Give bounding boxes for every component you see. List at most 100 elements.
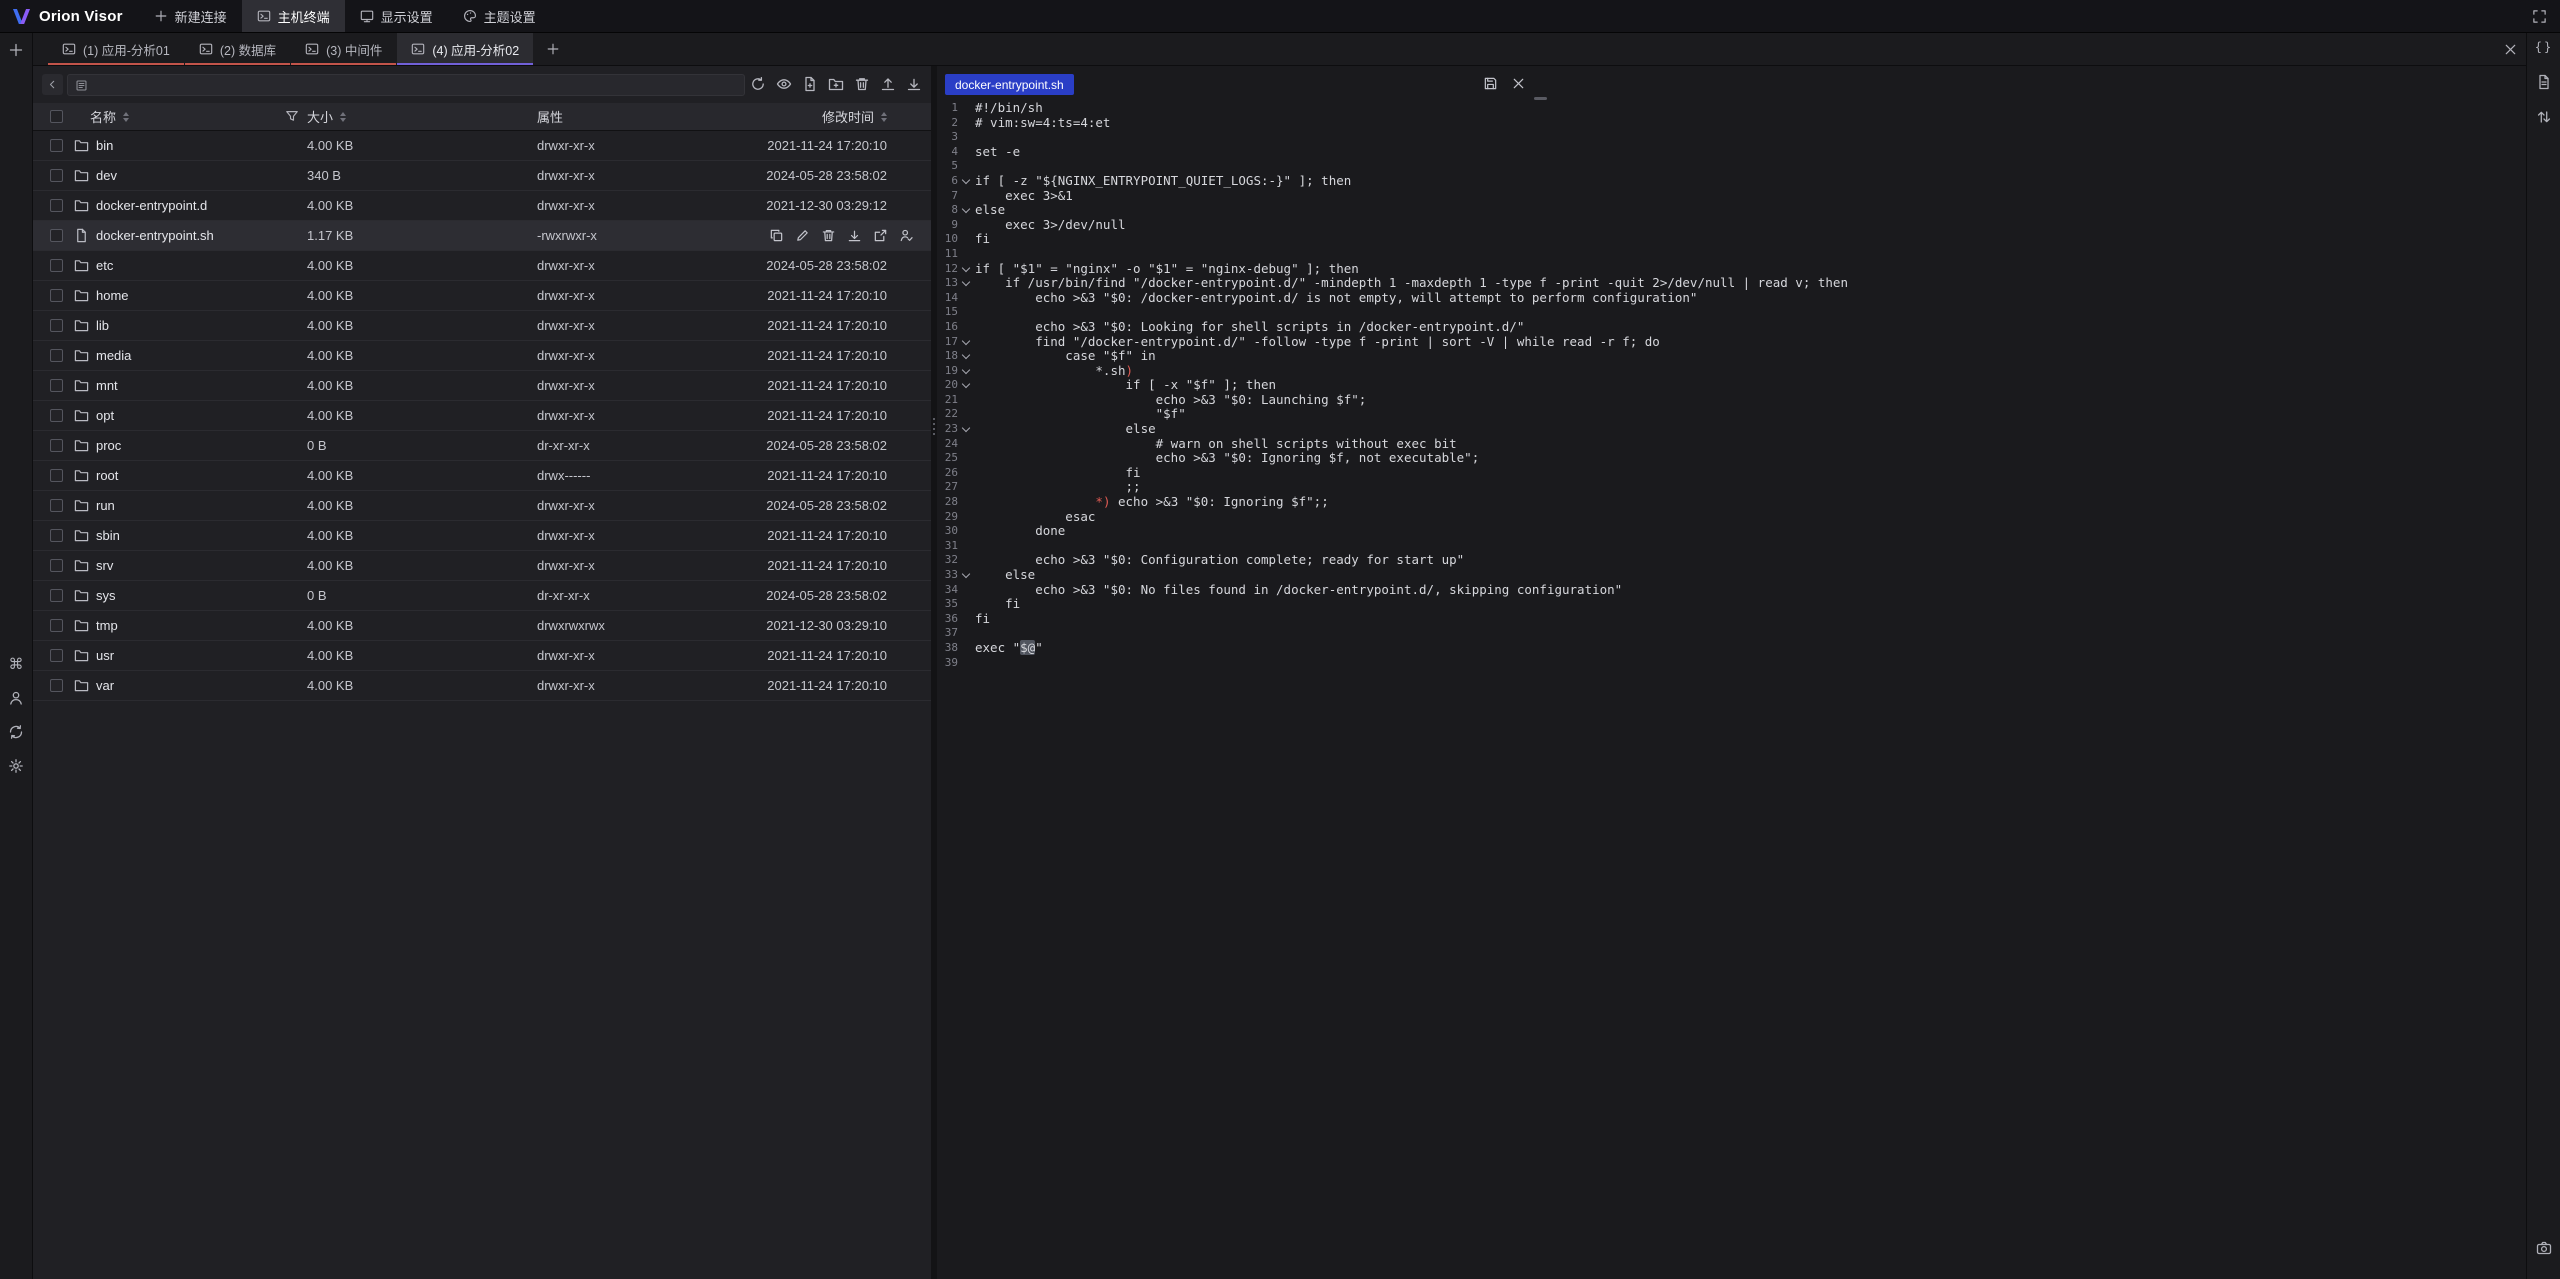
column-header-size[interactable]: 大小 — [307, 103, 346, 130]
eye-icon[interactable] — [776, 76, 792, 92]
file-name[interactable]: srv — [96, 551, 113, 580]
tab-3[interactable]: (3) 中间件 — [291, 33, 396, 65]
sort-carets-icon[interactable] — [340, 112, 346, 122]
copy-icon[interactable] — [769, 228, 784, 243]
gear-icon[interactable] — [8, 758, 24, 774]
file-name[interactable]: media — [96, 341, 131, 370]
table-row[interactable]: docker-entrypoint.d4.00 KBdrwxr-xr-x2021… — [33, 191, 931, 221]
table-row[interactable]: run4.00 KBdrwxr-xr-x2024-05-28 23:58:02 — [33, 491, 931, 521]
file-name[interactable]: lib — [96, 311, 109, 340]
fold-chevron-icon[interactable] — [958, 378, 975, 393]
table-row[interactable]: tmp4.00 KBdrwxrwxrwx2021-12-30 03:29:10 — [33, 611, 931, 641]
fullscreen-icon[interactable] — [2532, 9, 2547, 24]
camera-icon[interactable] — [2536, 1240, 2552, 1256]
sort-carets-icon[interactable] — [123, 112, 129, 122]
edit-icon[interactable] — [795, 228, 810, 243]
nav-item-2[interactable]: 主机终端 — [242, 0, 345, 32]
table-row[interactable]: lib4.00 KBdrwxr-xr-x2021-11-24 17:20:10 — [33, 311, 931, 341]
table-row[interactable]: mnt4.00 KBdrwxr-xr-x2021-11-24 17:20:10 — [33, 371, 931, 401]
table-row[interactable]: usr4.00 KBdrwxr-xr-x2021-11-24 17:20:10 — [33, 641, 931, 671]
tab-4[interactable]: (4) 应用-分析02 — [397, 33, 533, 65]
trash-icon[interactable] — [821, 228, 836, 243]
row-checkbox[interactable] — [50, 619, 63, 632]
tab-2[interactable]: (2) 数据库 — [185, 33, 290, 65]
file-name[interactable]: run — [96, 491, 115, 520]
tabbar-close-icon[interactable] — [2503, 42, 2518, 57]
file-name[interactable]: usr — [96, 641, 114, 670]
code-area[interactable]: 1#!/bin/sh2# vim:sw=4:ts=4:et34set -e56i… — [937, 101, 2526, 1279]
row-checkbox[interactable] — [50, 529, 63, 542]
path-menu-icon[interactable] — [75, 79, 88, 92]
column-header-mtime[interactable]: 修改时间 — [822, 103, 887, 130]
download-icon[interactable] — [906, 76, 922, 92]
row-checkbox[interactable] — [50, 349, 63, 362]
fold-chevron-icon[interactable] — [958, 276, 975, 291]
table-row[interactable]: sys0 Bdr-xr-xr-x2024-05-28 23:58:02 — [33, 581, 931, 611]
upload-icon[interactable] — [880, 76, 896, 92]
file-name[interactable]: opt — [96, 401, 114, 430]
file-text-icon[interactable] — [2536, 74, 2552, 90]
fold-chevron-icon[interactable] — [958, 335, 975, 350]
nav-item-4[interactable]: 主题设置 — [448, 0, 551, 32]
row-checkbox[interactable] — [50, 469, 63, 482]
nav-item-3[interactable]: 显示设置 — [345, 0, 448, 32]
permission-icon[interactable] — [899, 228, 914, 243]
row-checkbox[interactable] — [50, 169, 63, 182]
table-row[interactable]: srv4.00 KBdrwxr-xr-x2021-11-24 17:20:10 — [33, 551, 931, 581]
file-name[interactable]: docker-entrypoint.sh — [96, 221, 214, 250]
sort-carets-icon[interactable] — [881, 112, 887, 122]
row-checkbox[interactable] — [50, 649, 63, 662]
table-row[interactable]: etc4.00 KBdrwxr-xr-x2024-05-28 23:58:02 — [33, 251, 931, 281]
plus-icon[interactable] — [8, 42, 24, 58]
editor-scrollbar-thumb[interactable] — [1534, 97, 1547, 100]
file-name[interactable]: var — [96, 671, 114, 700]
file-name[interactable]: tmp — [96, 611, 118, 640]
table-row[interactable]: sbin4.00 KBdrwxr-xr-x2021-11-24 17:20:10 — [33, 521, 931, 551]
row-checkbox[interactable] — [50, 289, 63, 302]
fold-chevron-icon[interactable] — [958, 349, 975, 364]
row-checkbox[interactable] — [50, 499, 63, 512]
table-row[interactable]: opt4.00 KBdrwxr-xr-x2021-11-24 17:20:10 — [33, 401, 931, 431]
new-tab-button[interactable] — [546, 33, 560, 65]
file-name[interactable]: proc — [96, 431, 121, 460]
file-tag[interactable]: docker-entrypoint.sh — [945, 74, 1074, 95]
table-row[interactable]: media4.00 KBdrwxr-xr-x2021-11-24 17:20:1… — [33, 341, 931, 371]
fold-chevron-icon[interactable] — [958, 364, 975, 379]
tab-1[interactable]: (1) 应用-分析01 — [48, 33, 184, 65]
table-row[interactable]: root4.00 KBdrwx------2021-11-24 17:20:10 — [33, 461, 931, 491]
table-row[interactable]: dev340 Bdrwxr-xr-x2024-05-28 23:58:02 — [33, 161, 931, 191]
file-name[interactable]: docker-entrypoint.d — [96, 191, 207, 220]
fold-chevron-icon[interactable] — [958, 174, 975, 189]
row-checkbox[interactable] — [50, 559, 63, 572]
table-row[interactable]: var4.00 KBdrwxr-xr-x2021-11-24 17:20:10 — [33, 671, 931, 701]
braces-icon[interactable]: {} — [2536, 39, 2552, 55]
new-file-icon[interactable] — [802, 76, 818, 92]
fold-chevron-icon[interactable] — [958, 568, 975, 583]
refresh-icon[interactable] — [750, 76, 766, 92]
filter-icon[interactable] — [285, 109, 299, 123]
table-row[interactable]: proc0 Bdr-xr-xr-x2024-05-28 23:58:02 — [33, 431, 931, 461]
command-icon[interactable]: ⌘ — [8, 656, 24, 672]
file-name[interactable]: home — [96, 281, 129, 310]
fold-chevron-icon[interactable] — [958, 203, 975, 218]
column-header-name[interactable]: 名称 — [90, 103, 129, 130]
row-checkbox[interactable] — [50, 139, 63, 152]
save-icon[interactable] — [1483, 76, 1498, 91]
file-name[interactable]: sys — [96, 581, 116, 610]
table-row[interactable]: bin4.00 KBdrwxr-xr-x2021-11-24 17:20:10 — [33, 131, 931, 161]
back-button[interactable] — [42, 74, 63, 95]
table-row[interactable]: docker-entrypoint.sh1.17 KB-rwxrwxr-x — [33, 221, 931, 251]
user-icon[interactable] — [8, 690, 24, 706]
file-name[interactable]: root — [96, 461, 118, 490]
row-checkbox[interactable] — [50, 409, 63, 422]
row-checkbox[interactable] — [50, 199, 63, 212]
nav-item-1[interactable]: 新建连接 — [139, 0, 242, 32]
file-name[interactable]: dev — [96, 161, 117, 190]
download-icon[interactable] — [847, 228, 862, 243]
fold-chevron-icon[interactable] — [958, 262, 975, 277]
row-checkbox[interactable] — [50, 319, 63, 332]
fold-chevron-icon[interactable] — [958, 422, 975, 437]
table-row[interactable]: home4.00 KBdrwxr-xr-x2021-11-24 17:20:10 — [33, 281, 931, 311]
row-checkbox[interactable] — [50, 439, 63, 452]
app-logo[interactable]: Orion Visor — [0, 0, 139, 32]
